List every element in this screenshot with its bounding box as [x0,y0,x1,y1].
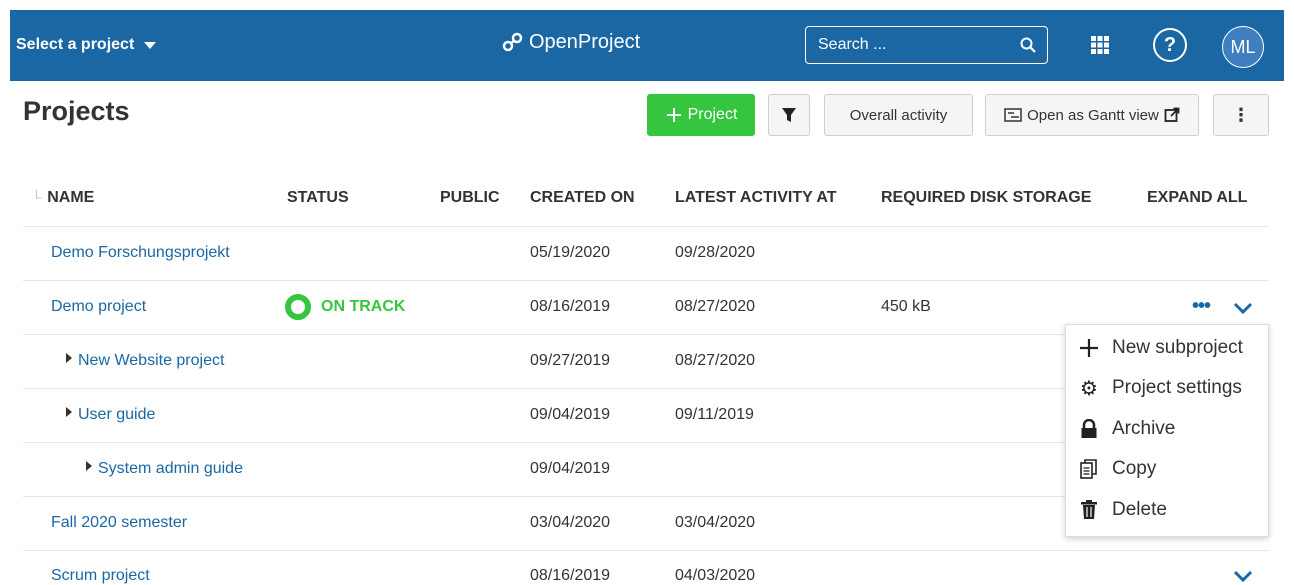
project-name-label: System admin guide [98,460,243,477]
project-name-link[interactable]: Demo project [51,298,146,316]
hierarchy-icon: └ [32,190,42,205]
row-divider [23,550,1269,551]
modules-grid-icon[interactable] [1088,29,1112,61]
expand-triangle-icon[interactable] [66,353,72,363]
disk-storage-cell: 450 kB [881,298,931,315]
new-project-label: Project [687,106,738,123]
status-on-track-icon [285,294,311,320]
latest-activity-cell: 08/27/2020 [675,298,756,315]
help-icon[interactable]: ? [1153,28,1187,62]
status-badge: ON TRACK [285,294,405,320]
gantt-label: Open as Gantt view [1027,106,1159,124]
search-icon[interactable] [1019,36,1037,54]
created-on-cell: 03/04/2020 [530,514,611,531]
project-context-menu: New subproject ⚙ Project settings Archiv… [1065,324,1269,537]
created-on-cell: 08/16/2019 [530,567,611,584]
project-name-label: User guide [78,406,156,423]
column-header-disk-storage[interactable]: REQUIRED DISK STORAGE [881,189,1091,207]
menu-item-label: Copy [1112,458,1157,479]
latest-activity-cell: 03/04/2020 [675,514,756,531]
overall-activity-button[interactable]: Overall activity [824,94,973,136]
row-actions-icon[interactable]: ••• [1192,295,1211,318]
chevron-down-icon[interactable] [1233,301,1253,315]
menu-item-delete[interactable]: Delete [1078,499,1167,521]
expand-triangle-icon[interactable] [86,461,92,471]
menu-item-label: Project settings [1112,377,1242,398]
project-name-link[interactable]: New Website project [66,352,224,370]
menu-item-project-settings[interactable]: ⚙ Project settings [1078,377,1242,400]
latest-activity-cell: 09/11/2019 [675,406,754,423]
search-placeholder: Search ... [818,36,887,53]
project-name-link[interactable]: Fall 2020 semester [51,514,187,532]
top-header: Select a project OpenProject Search ... … [10,10,1284,81]
project-selector-label: Select a project [16,36,135,53]
created-on-cell: 08/16/2019 [530,298,611,315]
created-on-cell: 05/19/2020 [530,244,611,261]
created-on-cell: 09/04/2019 [530,406,611,423]
row-divider [23,226,1269,227]
latest-activity-cell: 09/28/2020 [675,244,756,261]
column-header-latest-activity[interactable]: LATEST ACTIVITY AT [675,189,836,207]
column-header-created-on[interactable]: CREATED ON [530,189,635,207]
gantt-icon [1004,108,1022,122]
column-header-public[interactable]: PUBLIC [440,189,500,207]
created-on-cell: 09/04/2019 [530,460,611,477]
menu-item-label: New subproject [1112,337,1243,358]
column-header-name[interactable]: └ NAME [32,189,94,207]
project-name-link[interactable]: User guide [66,406,155,424]
page-title: Projects [23,96,130,126]
menu-item-copy[interactable]: Copy [1078,458,1156,480]
lock-icon [1078,418,1100,440]
row-divider [23,280,1269,281]
project-name-link[interactable]: System admin guide [86,460,243,478]
avatar[interactable]: ML [1222,26,1264,68]
kebab-menu-icon: ⋮ [1232,104,1250,125]
expand-triangle-icon[interactable] [66,407,72,417]
chevron-down-icon[interactable] [1233,569,1253,583]
external-link-icon [1164,107,1180,122]
latest-activity-cell: 08/27/2020 [675,352,756,369]
logo-text: OpenProject [529,30,641,53]
created-on-cell: 09/27/2019 [530,352,611,369]
status-label: ON TRACK [321,298,406,315]
filter-button[interactable] [768,94,810,136]
openproject-logo[interactable]: OpenProject [501,30,640,54]
menu-item-label: Delete [1112,499,1167,520]
expand-all-link[interactable]: EXPAND ALL [1147,189,1247,207]
logo-icon [502,32,523,52]
column-header-name-label: NAME [47,189,95,206]
project-name-link[interactable]: Demo Forschungsprojekt [51,244,230,262]
caret-down-icon [144,41,157,49]
copy-icon [1078,458,1100,480]
project-selector[interactable]: Select a project [16,36,157,54]
plus-icon [1078,337,1100,359]
project-name-label: New Website project [78,352,225,369]
column-header-status[interactable]: STATUS [287,189,349,207]
menu-item-new-subproject[interactable]: New subproject [1078,337,1243,359]
gear-icon: ⚙ [1080,377,1098,400]
search-input[interactable]: Search ... [805,26,1048,64]
trash-icon [1078,499,1100,521]
project-name-link[interactable]: Scrum project [51,567,150,585]
menu-item-label: Archive [1112,418,1176,439]
open-gantt-button[interactable]: Open as Gantt view [985,94,1199,136]
latest-activity-cell: 04/03/2020 [675,567,756,584]
plus-icon [666,108,681,122]
filter-icon [782,108,796,122]
new-project-button[interactable]: Project [647,94,755,136]
more-actions-button[interactable]: ⋮ [1213,94,1269,136]
menu-item-archive[interactable]: Archive [1078,418,1175,440]
